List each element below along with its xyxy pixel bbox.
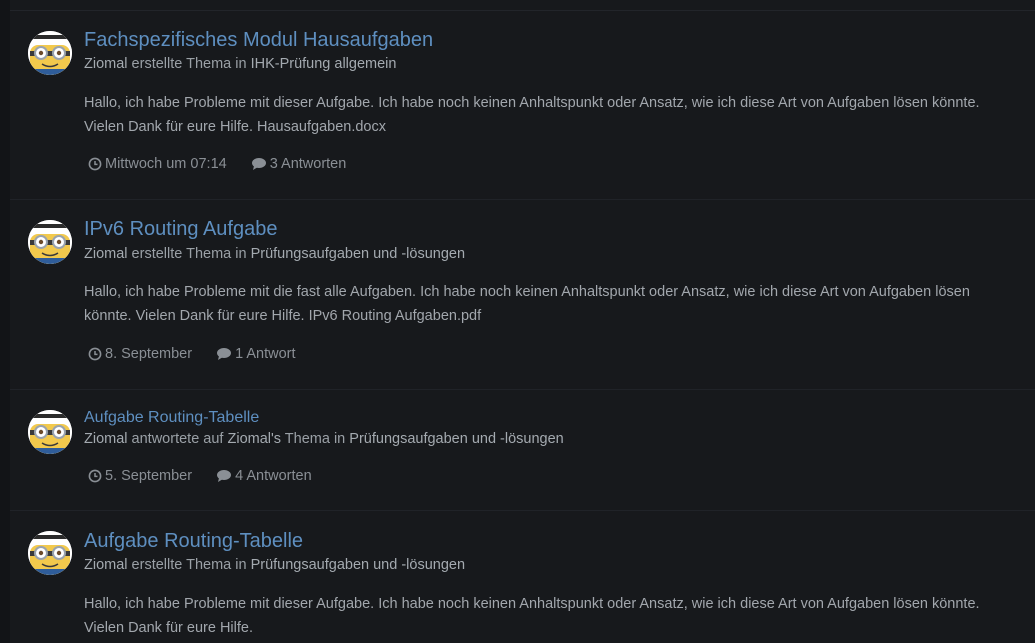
post-snippet: Hallo, ich habe Probleme mit die fast al… (84, 284, 970, 324)
forum-link[interactable]: Prüfungsaufgaben und -lösungen (251, 246, 465, 262)
meta-action: erstellte Thema in (131, 56, 247, 72)
post-date[interactable]: Mittwoch um 07:14 (105, 156, 227, 172)
item-meta: Ziomal erstellte Thema in Prüfungsaufgab… (84, 246, 465, 262)
topic-title-link[interactable]: IPv6 Routing Aufgabe (84, 218, 277, 241)
stream-item: Aufgabe Routing-Tabelle Ziomal erstellte… (10, 511, 1035, 643)
date-stat: 5. September (88, 468, 192, 484)
item-meta: Ziomal erstellte Thema in Prüfungsaufgab… (84, 557, 465, 573)
avatar[interactable] (28, 31, 72, 75)
clock-icon (88, 469, 102, 483)
item-meta: Ziomal antwortete auf Ziomal's Thema in … (84, 431, 564, 447)
topic-title-link[interactable]: Fachspezifisches Modul Hausaufgaben (84, 29, 433, 52)
activity-stream: Fachspezifisches Modul Hausaufgaben Ziom… (10, 0, 1035, 643)
reply-count[interactable]: 3 Antworten (270, 156, 347, 172)
date-stat: Mittwoch um 07:14 (88, 156, 227, 172)
meta-action-2: Thema in (284, 431, 346, 447)
date-stat: 8. September (88, 346, 192, 362)
stream-item: Aufgabe Routing-Tabelle Ziomal antwortet… (10, 390, 1035, 511)
avatar[interactable] (28, 410, 72, 454)
author-link[interactable]: Ziomal (84, 246, 128, 262)
clock-icon (88, 347, 102, 361)
item-stats: Mittwoch um 07:14 3 Antworten (88, 156, 366, 175)
topic-title-link[interactable]: Aufgabe Routing-Tabelle (84, 530, 303, 553)
post-date[interactable]: 8. September (105, 346, 192, 362)
comment-icon (251, 157, 267, 171)
reply-count[interactable]: 4 Antworten (235, 468, 312, 484)
post-snippet: Hallo, ich habe Probleme mit dieser Aufg… (84, 596, 980, 636)
meta-action: antwortete auf (131, 431, 224, 447)
item-stats: 8. September 1 Antwort (88, 346, 316, 365)
replies-stat: 1 Antwort (216, 346, 296, 362)
stream-item: Fachspezifisches Modul Hausaufgaben Ziom… (10, 10, 1035, 200)
author-link[interactable]: Ziomal (84, 431, 128, 447)
item-meta: Ziomal erstellte Thema in IHK-Prüfung al… (84, 56, 396, 72)
clock-icon (88, 157, 102, 171)
replies-stat: 3 Antworten (251, 156, 347, 172)
meta-action: erstellte Thema in (131, 246, 247, 262)
item-stats: 5. September 4 Antworten (88, 468, 332, 487)
forum-link[interactable]: Prüfungsaufgaben und -lösungen (251, 557, 465, 573)
stream-item: IPv6 Routing Aufgabe Ziomal erstellte Th… (10, 200, 1035, 390)
forum-link[interactable]: Prüfungsaufgaben und -lösungen (349, 431, 563, 447)
topic-owner-link[interactable]: Ziomal's (227, 431, 281, 447)
topic-title-link[interactable]: Aufgabe Routing-Tabelle (84, 409, 259, 427)
post-snippet: Hallo, ich habe Probleme mit dieser Aufg… (84, 95, 980, 135)
forum-link[interactable]: IHK-Prüfung allgemein (251, 56, 397, 72)
comment-icon (216, 347, 232, 361)
reply-count[interactable]: 1 Antwort (235, 346, 295, 362)
avatar[interactable] (28, 531, 72, 575)
author-link[interactable]: Ziomal (84, 56, 128, 72)
avatar[interactable] (28, 220, 72, 264)
author-link[interactable]: Ziomal (84, 557, 128, 573)
post-date[interactable]: 5. September (105, 468, 192, 484)
meta-action: erstellte Thema in (131, 557, 247, 573)
comment-icon (216, 469, 232, 483)
replies-stat: 4 Antworten (216, 468, 312, 484)
